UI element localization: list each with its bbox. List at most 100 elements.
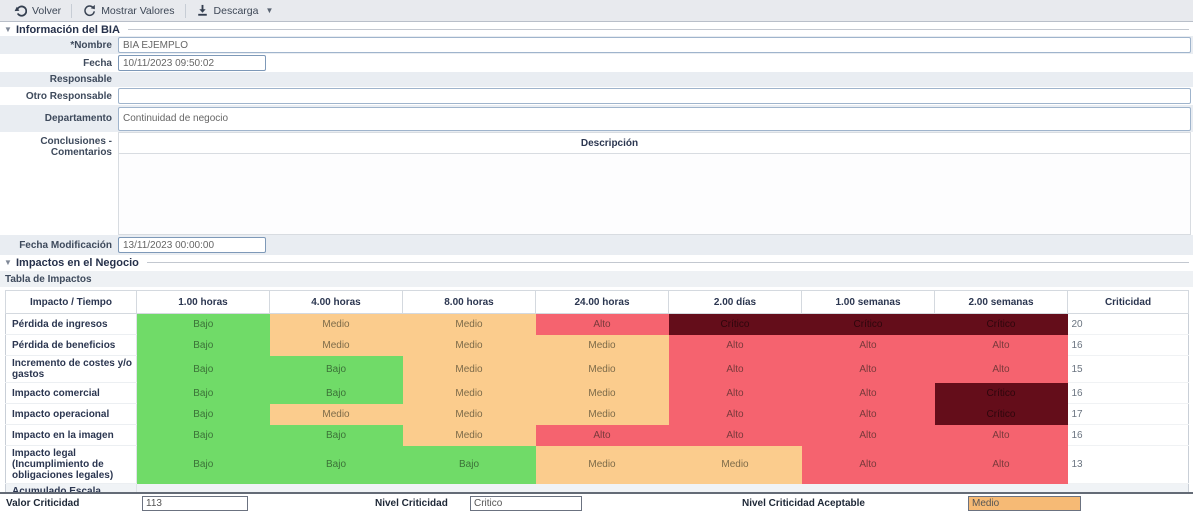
impact-cell-medio: Medio <box>403 404 536 425</box>
impact-table-row: Pérdida de beneficiosBajoMedioMedioMedio… <box>6 335 1189 356</box>
impact-cell-critico: Crítico <box>935 404 1068 425</box>
criticidad-value: 13 <box>1068 446 1189 484</box>
nivel-aceptable-input[interactable] <box>968 496 1081 511</box>
bia-page: Volver Mostrar Valores Descarga ▼ <box>0 0 1193 514</box>
col-header: 4.00 horas <box>270 291 403 314</box>
impact-cell-medio: Medio <box>536 335 669 356</box>
impact-cell-alto: Alto <box>802 404 935 425</box>
section-informacion-header: ▼ Información del BIA <box>4 23 1189 36</box>
impact-cell-bajo: Bajo <box>270 425 403 446</box>
impact-table-row: Pérdida de ingresosBajoMedioMedioAltoCrí… <box>6 314 1189 335</box>
conclusiones-label: Conclusiones - Comentarios <box>0 132 118 235</box>
impact-cell-alto: Alto <box>802 425 935 446</box>
col-header: 1.00 horas <box>137 291 270 314</box>
impact-cell-critico: Crítico <box>935 383 1068 404</box>
download-icon <box>196 4 209 17</box>
col-header: Criticidad <box>1068 291 1189 314</box>
nombre-label: *Nombre <box>0 40 118 51</box>
fecha-modificacion-input[interactable] <box>118 237 266 253</box>
col-header: 2.00 días <box>669 291 802 314</box>
impact-cell-medio: Medio <box>270 335 403 356</box>
section-divider <box>128 29 1189 30</box>
impact-row-label: Incremento de costes y/o gastos <box>6 356 137 383</box>
nombre-input[interactable] <box>118 37 1191 53</box>
form-row-departamento: Departamento <box>0 105 1193 132</box>
impact-table: Impacto / Tiempo1.00 horas4.00 horas8.00… <box>5 290 1189 511</box>
impact-row-label: Impacto en la imagen <box>6 425 137 446</box>
fecha-label: Fecha <box>0 58 118 69</box>
descarga-label: Descarga <box>214 5 259 17</box>
mostrar-valores-label: Mostrar Valores <box>101 5 174 17</box>
criticidad-value: 17 <box>1068 404 1189 425</box>
col-header: 2.00 semanas <box>935 291 1068 314</box>
impact-cell-alto: Alto <box>669 383 802 404</box>
mostrar-valores-button[interactable]: Mostrar Valores <box>72 0 184 22</box>
collapse-icon[interactable]: ▼ <box>4 25 16 34</box>
section-informacion-title: Información del BIA <box>16 24 120 36</box>
impact-cell-medio: Medio <box>403 314 536 335</box>
impact-cell-bajo: Bajo <box>270 446 403 484</box>
nivel-criticidad-input[interactable] <box>470 496 582 511</box>
volver-label: Volver <box>32 5 61 17</box>
conclusiones-box: Descripción <box>118 132 1191 235</box>
valor-criticidad-input[interactable] <box>142 496 248 511</box>
impact-cell-medio: Medio <box>536 383 669 404</box>
volver-button[interactable]: Volver <box>4 0 71 22</box>
impact-row-label: Impacto comercial <box>6 383 137 404</box>
otro-responsable-label: Otro Responsable <box>0 91 118 102</box>
impact-cell-alto: Alto <box>802 335 935 356</box>
fecha-input[interactable] <box>118 55 266 71</box>
impact-cell-medio: Medio <box>270 314 403 335</box>
impact-table-header-row: Impacto / Tiempo1.00 horas4.00 horas8.00… <box>6 291 1189 314</box>
impact-cell-medio: Medio <box>403 383 536 404</box>
descripcion-textarea[interactable] <box>119 154 1190 234</box>
descarga-button[interactable]: Descarga ▼ <box>186 0 284 22</box>
impact-cell-critico: Crítico <box>802 314 935 335</box>
nivel-criticidad-aceptable-label: Nivel Criticidad Aceptable <box>742 498 865 509</box>
impact-cell-medio: Medio <box>536 404 669 425</box>
impact-cell-alto: Alto <box>669 335 802 356</box>
form-row-otro-responsable: Otro Responsable <box>0 87 1193 105</box>
col-header: 24.00 horas <box>536 291 669 314</box>
criticidad-value: 16 <box>1068 383 1189 404</box>
impact-cell-critico: Crítico <box>935 314 1068 335</box>
impact-cell-alto: Alto <box>935 356 1068 383</box>
impact-cell-bajo: Bajo <box>137 446 270 484</box>
collapse-icon[interactable]: ▼ <box>4 258 16 267</box>
form-row-conclusiones: Conclusiones - Comentarios Descripción <box>0 132 1193 235</box>
impact-cell-medio: Medio <box>403 356 536 383</box>
form-row-fecha-modificacion: Fecha Modificación <box>0 235 1193 255</box>
undo-icon <box>14 5 27 17</box>
impact-cell-bajo: Bajo <box>270 356 403 383</box>
impact-row-label: Pérdida de ingresos <box>6 314 137 335</box>
impact-cell-alto: Alto <box>935 335 1068 356</box>
criticidad-value: 15 <box>1068 356 1189 383</box>
form-row-nombre: *Nombre <box>0 36 1193 54</box>
tabla-de-impactos-title: Tabla de Impactos <box>0 271 1193 287</box>
departamento-input[interactable] <box>118 107 1191 131</box>
impact-cell-bajo: Bajo <box>137 425 270 446</box>
impact-table-row: Impacto en la imagenBajoBajoMedioAltoAlt… <box>6 425 1189 446</box>
impact-cell-alto: Alto <box>802 356 935 383</box>
section-divider <box>147 262 1189 263</box>
form-row-responsable: Responsable <box>0 72 1193 87</box>
impact-table-row: Impacto comercialBajoBajoMedioMedioAltoA… <box>6 383 1189 404</box>
impact-cell-medio: Medio <box>536 446 669 484</box>
valor-criticidad-label: Valor Criticidad <box>6 498 79 509</box>
toolbar: Volver Mostrar Valores Descarga ▼ <box>0 0 1193 22</box>
impact-cell-alto: Alto <box>669 425 802 446</box>
impact-cell-critico: Crítico <box>669 314 802 335</box>
impact-cell-alto: Alto <box>669 356 802 383</box>
impact-cell-bajo: Bajo <box>137 335 270 356</box>
impact-cell-medio: Medio <box>403 335 536 356</box>
form-row-fecha: Fecha <box>0 54 1193 72</box>
impact-cell-bajo: Bajo <box>137 356 270 383</box>
otro-responsable-input[interactable] <box>118 88 1191 104</box>
impact-cell-alto: Alto <box>536 425 669 446</box>
col-header-impacto-tiempo: Impacto / Tiempo <box>6 291 137 314</box>
impact-cell-medio: Medio <box>270 404 403 425</box>
impact-cell-bajo: Bajo <box>403 446 536 484</box>
summary-bar: Valor Criticidad Nivel Criticidad Nivel … <box>0 492 1193 514</box>
criticidad-value: 16 <box>1068 425 1189 446</box>
impact-cell-bajo: Bajo <box>137 404 270 425</box>
